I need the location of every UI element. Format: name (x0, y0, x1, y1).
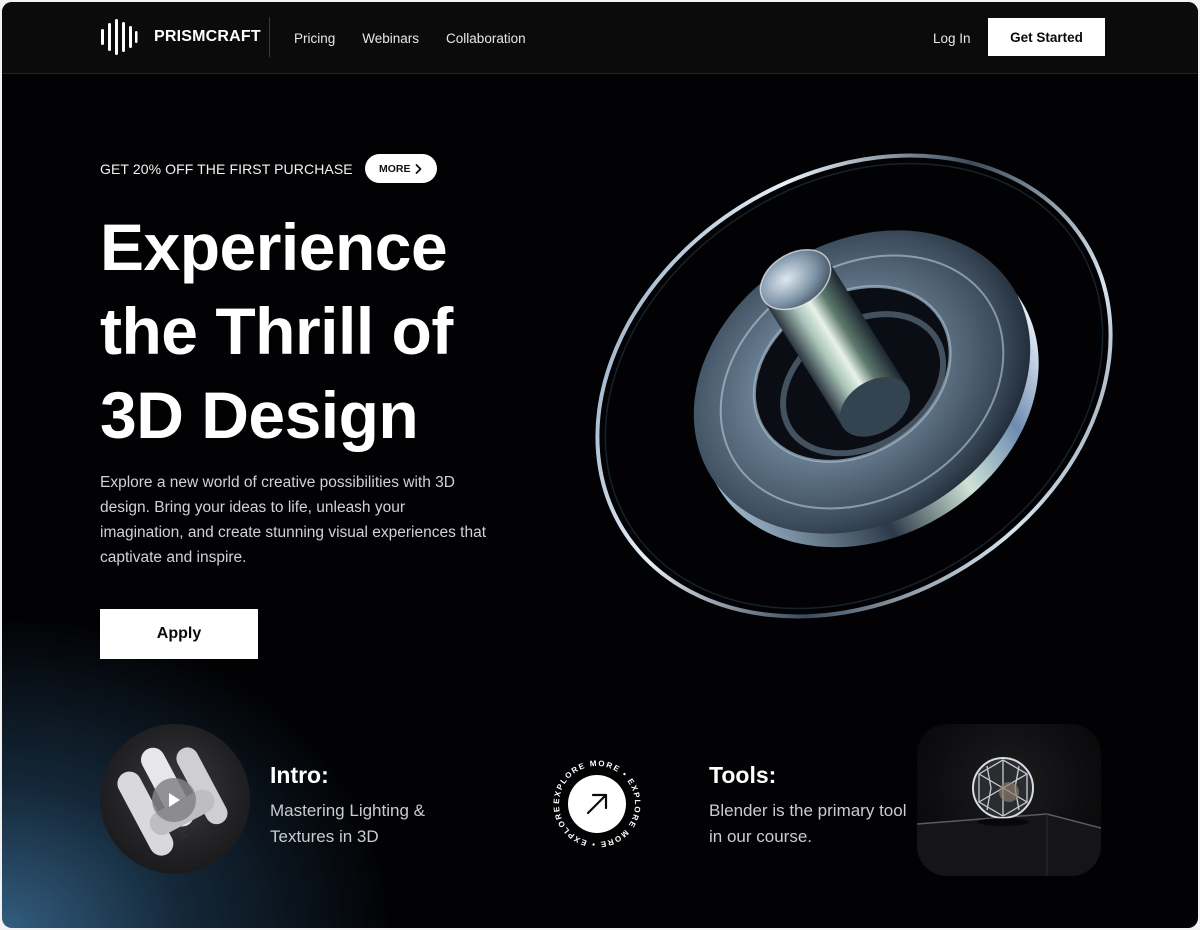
tools-3d-scene (917, 757, 1101, 876)
tools-text: Blender is the primary tool in our cours… (709, 801, 907, 846)
nav-link-pricing[interactable]: Pricing (294, 31, 335, 46)
hero-headline: Experience the Thrill of 3D Design (100, 205, 570, 457)
play-icon (169, 793, 180, 807)
nav-link-webinars[interactable]: Webinars (362, 31, 419, 46)
hero-description: Explore a new world of creative possibil… (100, 474, 487, 566)
promo-bar: GET 20% OFF THE FIRST PURCHASE MORE (100, 154, 437, 183)
apply-button[interactable]: Apply (100, 609, 258, 659)
promo-text: GET 20% OFF THE FIRST PURCHASE (100, 160, 353, 177)
nav-divider (269, 17, 270, 57)
intro-text: Mastering Lighting & Textures in 3D (270, 801, 425, 846)
thumb-label: 03 (175, 825, 190, 841)
play-button[interactable] (152, 778, 196, 822)
headline-line-1: Experience (100, 210, 448, 284)
more-label: MORE (378, 162, 411, 175)
intro-title: Intro: (270, 762, 329, 788)
login-link[interactable]: Log In (933, 31, 971, 46)
chevron-right-icon (416, 163, 422, 174)
explore-more-button[interactable]: EXPLORE MORE • EXPLORE MORE • EXPLORE MO… (551, 758, 643, 850)
logo-bars-icon (101, 19, 138, 55)
nav-links: Pricing Webinars Collaboration (294, 31, 526, 46)
page-frame: PRISMCRAFT Pricing Webinars Collaboratio… (2, 2, 1198, 928)
get-started-button[interactable]: Get Started (988, 18, 1105, 56)
navbar: PRISMCRAFT Pricing Webinars Collaboratio… (2, 2, 1198, 74)
tools-thumbnail[interactable] (917, 724, 1101, 876)
hero-3d-illustration (595, 153, 1113, 619)
more-button[interactable]: MORE (364, 154, 437, 183)
tools-title: Tools: (709, 762, 777, 788)
headline-line-2: the Thrill of (100, 294, 453, 368)
brand-name: PRISMCRAFT (154, 28, 261, 45)
headline-line-3: 3D Design (100, 378, 419, 452)
logo[interactable]: PRISMCRAFT (100, 19, 261, 55)
nav-link-collaboration[interactable]: Collaboration (446, 31, 526, 46)
